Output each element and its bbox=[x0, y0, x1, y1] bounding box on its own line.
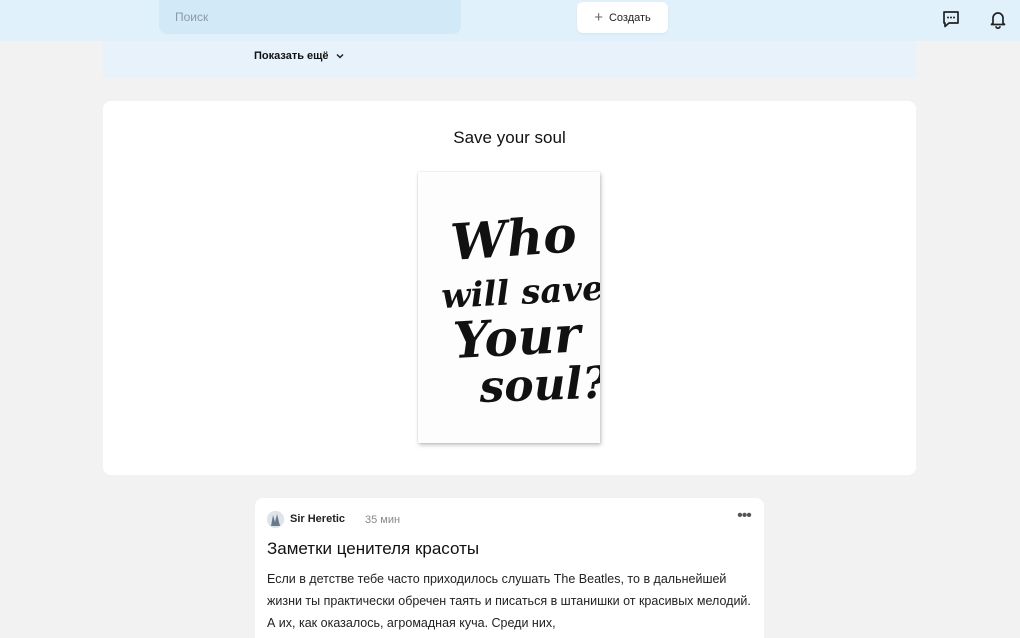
plus-icon: + bbox=[594, 9, 603, 26]
post-text: Если в детстве тебе часто приходилось сл… bbox=[267, 572, 751, 630]
post-card: Sir Heretic 35 мин ••• Заметки ценителя … bbox=[255, 498, 764, 638]
show-more-button[interactable]: Показать ещё bbox=[254, 50, 345, 62]
stories-strip bbox=[103, 41, 916, 78]
avatar[interactable] bbox=[267, 511, 284, 528]
post-time: 35 мин bbox=[365, 514, 401, 526]
post-author[interactable]: Sir Heretic bbox=[290, 513, 345, 525]
featured-card: Save your soul Who will save Your soul? bbox=[103, 101, 916, 475]
poster-line-1: Who bbox=[449, 204, 579, 272]
chevron-down-icon bbox=[336, 53, 344, 59]
create-button-label: Создать bbox=[608, 11, 651, 24]
top-bar bbox=[0, 0, 1020, 41]
show-more-label: Показать ещё bbox=[254, 50, 329, 62]
search-input[interactable] bbox=[159, 0, 461, 34]
create-button[interactable]: + Создать bbox=[577, 2, 668, 33]
post-title[interactable]: Заметки ценителя красоты bbox=[267, 539, 479, 559]
featured-title: Save your soul bbox=[453, 128, 566, 147]
poster-line-4: soul? bbox=[478, 357, 600, 413]
poster-image[interactable]: Who will save Your soul? bbox=[418, 172, 610, 443]
more-options-icon[interactable]: ••• bbox=[733, 507, 755, 527]
bell-icon[interactable] bbox=[987, 8, 1009, 30]
messages-icon[interactable] bbox=[940, 8, 962, 30]
